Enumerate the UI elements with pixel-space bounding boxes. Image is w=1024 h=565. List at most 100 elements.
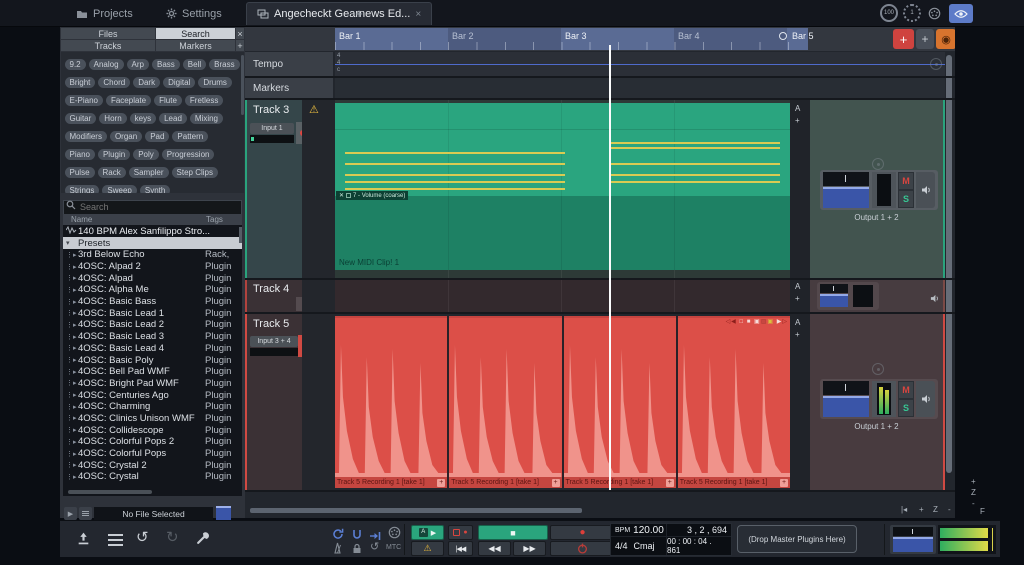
close-tab-icon[interactable]: × (415, 9, 421, 20)
midi-clip[interactable] (335, 103, 790, 196)
midi-plug-icon[interactable] (928, 7, 941, 25)
tag-chip[interactable]: Pad (145, 131, 169, 142)
tag-chip[interactable]: Dark (133, 77, 160, 88)
tab-settings[interactable]: Settings (156, 3, 232, 24)
track-5-input-button[interactable]: Input 3 + 4 (250, 336, 298, 347)
track-5-header[interactable]: Track 5 Input 3 + 4 (245, 314, 302, 490)
track-5-output-label[interactable]: Output 1 + 2 (810, 422, 943, 431)
vzoom-in-button[interactable]: + (971, 477, 976, 486)
tag-chip[interactable]: Strings (65, 185, 100, 193)
automation-button[interactable]: A (795, 318, 800, 327)
list-item-audio[interactable]: 140 BPM Alex Sanfilippo Stro... (63, 225, 242, 237)
tag-chip[interactable]: Pattern (172, 131, 208, 142)
tag-chip[interactable]: Faceplate (106, 95, 151, 106)
record-button[interactable]: ● (550, 525, 615, 540)
add-panel-button[interactable]: + (236, 40, 244, 51)
settings-tool-button[interactable] (196, 531, 210, 550)
mute-button[interactable]: M (898, 172, 914, 190)
tab-projects[interactable]: Projects (66, 3, 143, 24)
solo-button[interactable]: S (898, 190, 914, 208)
master-volume-fader[interactable] (893, 537, 933, 552)
automation-param-tag[interactable]: ✕7 - Volume (coarse) (336, 191, 408, 200)
tag-chip[interactable]: Horn (99, 113, 126, 124)
list-hscrollbar[interactable] (68, 490, 152, 494)
track-3-input-button[interactable]: Input 1 (250, 123, 294, 134)
tag-chip[interactable]: 9.2 (65, 59, 86, 70)
tag-chip[interactable]: E-Piano (65, 95, 103, 106)
timeline-ruler[interactable]: Bar 1 Bar 2 Bar 3 Bar 4 Bar 5 + + ◉ (245, 27, 955, 51)
list-item-preset[interactable]: ⋮▸ 4OSC: Crystal Plugin (63, 471, 242, 483)
file-preview-field[interactable]: No File Selected (94, 507, 213, 520)
tag-chip[interactable]: Digital (163, 77, 195, 88)
menu-button[interactable] (108, 534, 123, 536)
loop-button[interactable]: ↺ (370, 540, 379, 553)
list-item-preset[interactable]: ⋮▸ 4OSC: Basic Poly Plugin (63, 354, 242, 366)
record-mode-button[interactable]: ● (448, 525, 473, 540)
tempo-curve[interactable] (335, 64, 945, 65)
tag-chip[interactable]: Sweep (102, 185, 136, 193)
tag-chip[interactable]: Bass (152, 59, 180, 70)
close-panel-button[interactable]: × (236, 28, 244, 39)
tag-chip[interactable]: keys (130, 113, 156, 124)
add-lane-button[interactable]: + (795, 294, 800, 303)
bpm-value[interactable]: 120.00 (633, 525, 664, 536)
preview-play-button[interactable]: ▶ (64, 507, 77, 520)
tag-chip[interactable]: Rack (98, 167, 126, 178)
zoom-fit-icon[interactable]: |◂ (901, 505, 907, 514)
list-group-presets[interactable]: ▾ Presets (63, 237, 242, 249)
monitor-button[interactable] (930, 290, 939, 308)
bars-beats-position[interactable]: 3 , 2 , 694 (667, 524, 731, 537)
add-item-button[interactable]: + (916, 29, 934, 49)
fast-forward-button[interactable]: ▶▶ (513, 541, 546, 556)
list-item-preset[interactable]: ⋮▸ 4OSC: Basic Lead 3 Plugin (63, 331, 242, 343)
tempo-track-header[interactable]: Tempo (245, 52, 333, 76)
tag-chip[interactable]: Modifiers (65, 131, 107, 142)
list-item-preset[interactable]: ⋮▸ 4OSC: Collidescope Plugin (63, 424, 242, 436)
monitor-button[interactable] (916, 381, 935, 417)
clip-add-button[interactable]: + (552, 479, 560, 487)
time-signature[interactable]: 4/4 (615, 541, 628, 551)
track-3-output-label[interactable]: Output 1 + 2 (810, 213, 943, 222)
tag-chip[interactable]: Analog (89, 59, 124, 70)
tag-scrollbar[interactable] (241, 55, 244, 115)
vzoom-level-label[interactable]: Z (971, 488, 976, 497)
volume-fader[interactable] (823, 396, 869, 417)
list-item-preset[interactable]: ⋮▸ 4OSC: Alpha Me Plugin (63, 284, 242, 296)
tab-files[interactable]: Files (61, 28, 155, 39)
volume-fader[interactable] (823, 187, 869, 208)
track-5-lane[interactable]: Track 5 Recording 1 [take 1] + Track 5 R… (335, 316, 790, 488)
key-signature[interactable]: Cmaj (634, 541, 655, 551)
tag-chip[interactable]: Chord (98, 77, 130, 88)
tag-chip[interactable]: Fretless (185, 95, 223, 106)
add-lane-button[interactable]: + (795, 330, 800, 339)
list-item-preset[interactable]: ⋮▸ 4OSC: Basic Bass Plugin (63, 296, 242, 308)
automation-button[interactable]: A (795, 104, 800, 113)
list-item-preset[interactable]: ⋮▸ 4OSC: Basic Lead 1 Plugin (63, 307, 242, 319)
rewind-button[interactable]: ◀◀ (478, 541, 511, 556)
tag-chip[interactable]: Organ (110, 131, 142, 142)
tag-chip[interactable]: Guitar (65, 113, 97, 124)
list-item-preset[interactable]: ⋮▸ 4OSC: Alpad Plugin (63, 272, 242, 284)
automation-lane[interactable]: New MIDI Clip! 1 (335, 196, 790, 270)
tab-tracks[interactable]: Tracks (61, 40, 155, 51)
list-item-preset[interactable]: ⋮▸ 4OSC: Colorful Pops Plugin (63, 448, 242, 460)
list-item-preset[interactable]: ⋮▸ 4OSC: Centuries Ago Plugin (63, 389, 242, 401)
list-scrollbar[interactable] (239, 227, 242, 243)
track-4-header[interactable]: Track 4 (245, 280, 302, 312)
tag-chip[interactable]: Brass (209, 59, 239, 70)
level-knob[interactable]: 1 (903, 4, 921, 22)
clip-add-button[interactable]: + (437, 479, 445, 487)
mute-button[interactable]: M (898, 381, 914, 399)
solo-button[interactable]: S (898, 399, 914, 417)
audio-clip[interactable]: Track 5 Recording 1 [take 1] + (335, 316, 447, 488)
master-plugin-drop-zone[interactable]: (Drop Master Plugins Here) (737, 525, 857, 553)
list-item-preset[interactable]: ⋮▸ 4OSC: Colorful Pops 2 Plugin (63, 436, 242, 448)
search-input[interactable] (63, 200, 242, 215)
audio-clip[interactable]: Track 5 Recording 1 [take 1] + (449, 316, 561, 488)
tag-chip[interactable]: Flute (154, 95, 182, 106)
list-item-preset[interactable]: ⋮▸ 4OSC: Alpad 2 Plugin (63, 261, 242, 273)
tag-chip[interactable]: Bell (183, 59, 206, 70)
list-item-preset[interactable]: ⋮▸ 4OSC: Clinics Unison WMF Plugin (63, 413, 242, 425)
tag-chip[interactable]: Step Clips (172, 167, 218, 178)
midi-sync-button[interactable] (388, 526, 401, 544)
